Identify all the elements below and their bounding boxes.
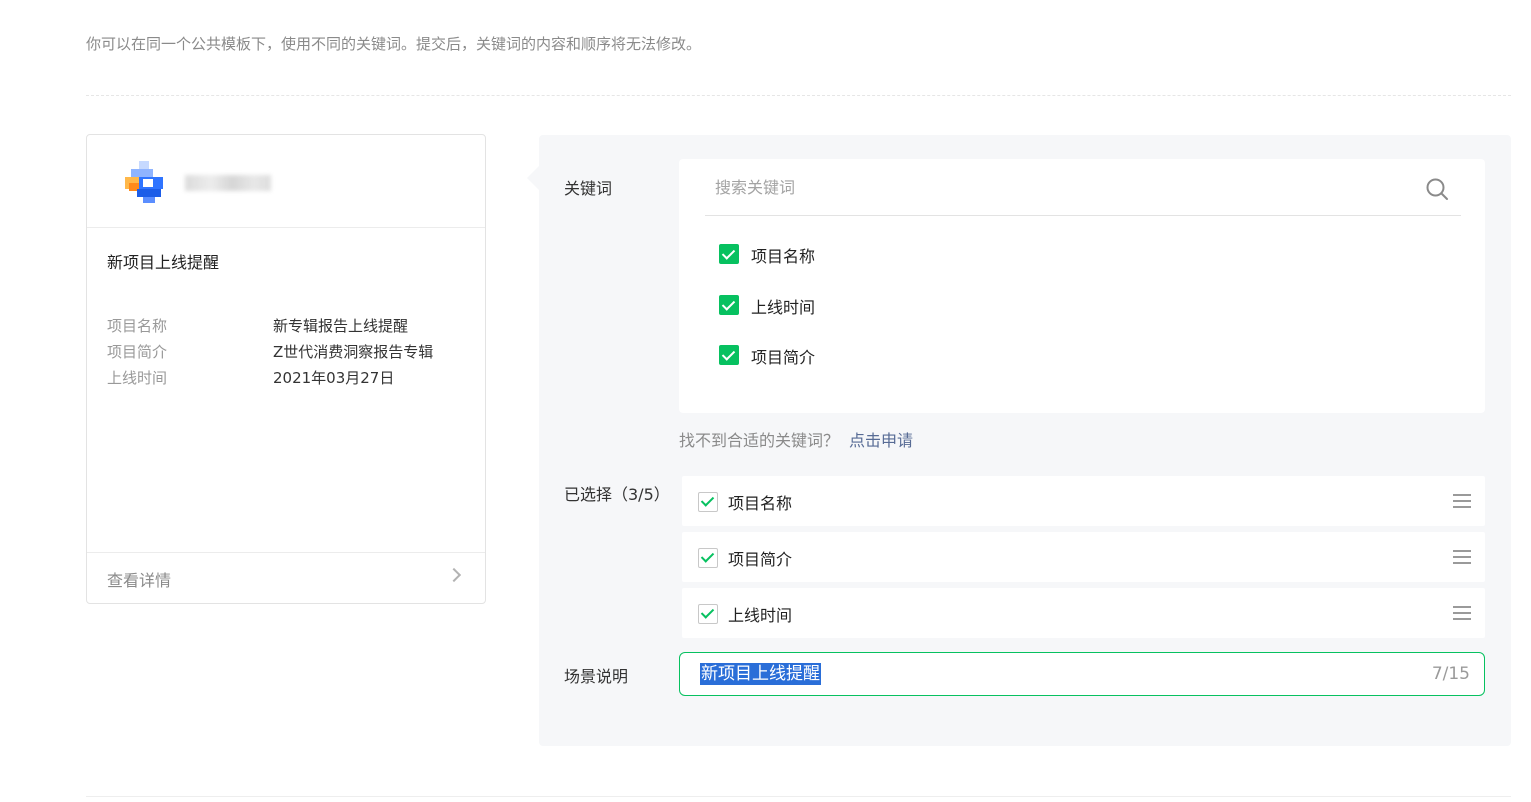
selected-keyword-label: 项目简介	[728, 550, 793, 569]
drag-handle-icon[interactable]	[1453, 606, 1471, 620]
template-preview-card: 新项目上线提醒 项目名称 新专辑报告上线提醒 项目简介 Z世代消费洞察报告专辑 …	[86, 134, 486, 604]
view-details-label: 查看详情	[107, 571, 172, 590]
card-header	[87, 135, 485, 228]
intro-text: 你可以在同一个公共模板下，使用不同的关键词。提交后，关键词的内容和顺序将无法修改…	[86, 35, 702, 53]
apply-keyword-link[interactable]: 点击申请	[849, 431, 913, 450]
checkbox-checked[interactable]	[719, 244, 739, 264]
drag-handle-icon[interactable]	[1453, 550, 1471, 564]
top-divider	[86, 95, 1511, 96]
keyword-picker: 项目名称 上线时间 项目简介	[679, 159, 1485, 413]
scene-description-input[interactable]: 新项目上线提醒 7/15	[679, 652, 1485, 696]
search-icon[interactable]	[1425, 177, 1449, 201]
panel-pointer	[527, 166, 539, 190]
view-details-link[interactable]: 查看详情	[87, 552, 485, 603]
checkbox-checked[interactable]	[698, 492, 718, 512]
selected-label: 已选择（3/5）	[564, 485, 670, 504]
keyword-search-input[interactable]	[715, 175, 1395, 199]
field-value: Z世代消费洞察报告专辑	[273, 343, 434, 361]
keyword-option-label: 上线时间	[751, 298, 816, 317]
keyword-option-label: 项目简介	[751, 348, 816, 367]
chevron-right-icon	[446, 567, 462, 583]
checkbox-checked[interactable]	[698, 604, 718, 624]
scene-description-value[interactable]: 新项目上线提醒	[700, 663, 821, 685]
drag-handle-icon[interactable]	[1453, 494, 1471, 508]
account-name-blurred	[185, 175, 271, 191]
checkbox-checked[interactable]	[719, 295, 739, 315]
selected-keyword-row[interactable]: 项目名称	[682, 476, 1485, 526]
field-label: 上线时间	[107, 369, 168, 387]
keyword-hint: 找不到合适的关键词？ 点击申请	[679, 427, 913, 451]
field-label: 项目名称	[107, 317, 168, 335]
keyword-config-panel: 关键词 项目名称 上线时间 项目简介 找不到合适的关键词？ 点击申请 已选择（3/…	[539, 135, 1511, 746]
char-counter: 7/15	[1431, 664, 1470, 684]
field-label: 项目简介	[107, 343, 168, 361]
selected-keyword-row[interactable]: 上线时间	[682, 588, 1485, 638]
checkbox-checked[interactable]	[698, 548, 718, 568]
bottom-divider	[86, 796, 1511, 797]
selected-keyword-label: 上线时间	[728, 606, 793, 625]
selected-keyword-row[interactable]: 项目简介	[682, 532, 1485, 582]
scene-label: 场景说明	[564, 667, 629, 686]
checkbox-checked[interactable]	[719, 345, 739, 365]
keyword-hint-text: 找不到合适的关键词？	[679, 431, 840, 450]
keyword-search	[705, 159, 1461, 216]
account-logo-icon	[125, 161, 165, 205]
keyword-option-label: 项目名称	[751, 247, 816, 266]
keywords-label: 关键词	[564, 179, 613, 198]
field-value: 2021年03月27日	[273, 369, 395, 387]
card-title: 新项目上线提醒	[107, 253, 220, 272]
field-value: 新专辑报告上线提醒	[273, 317, 409, 335]
selected-keyword-label: 项目名称	[728, 494, 793, 513]
